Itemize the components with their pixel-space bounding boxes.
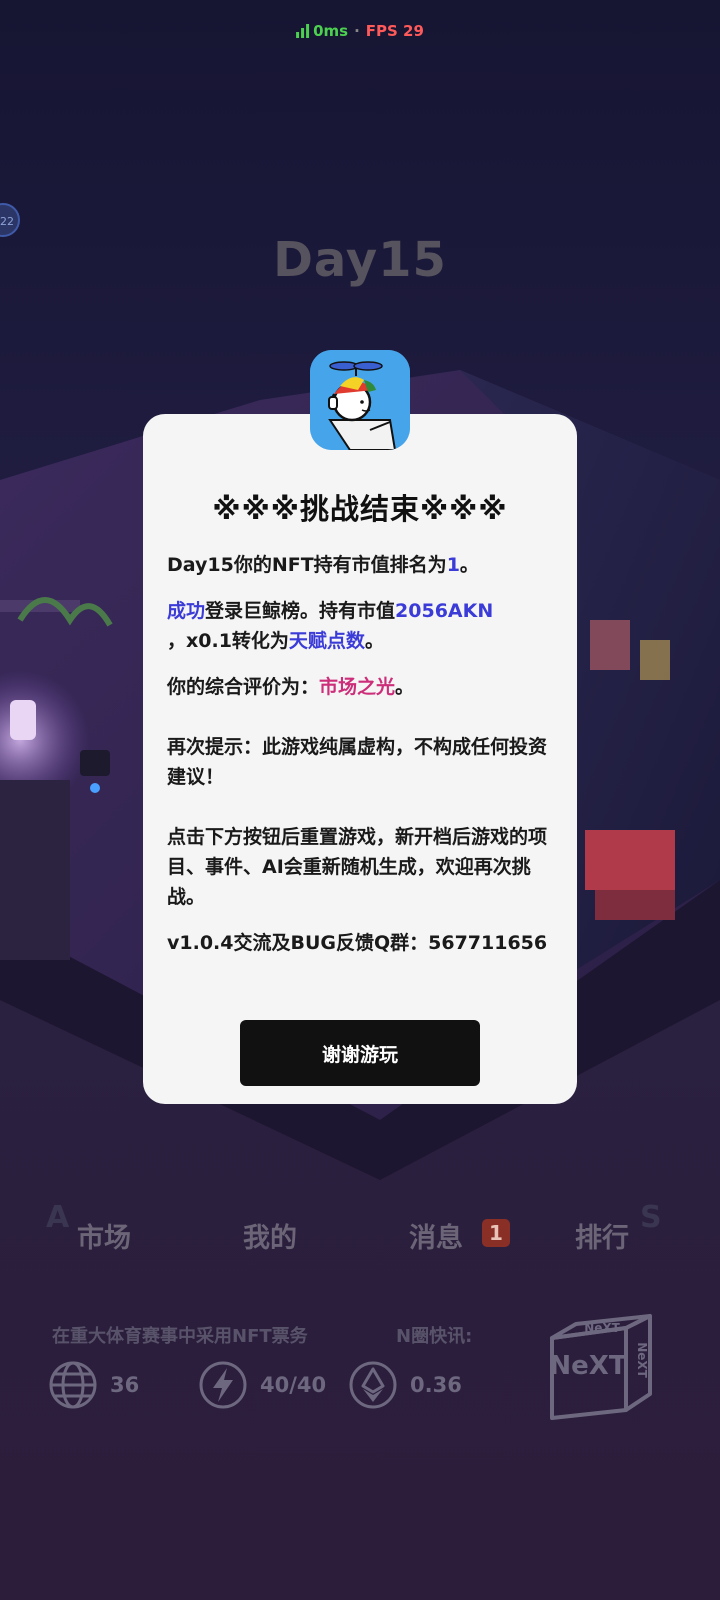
eth-value: 0.36 <box>410 1373 462 1397</box>
eth-stat: 0.36 <box>348 1360 462 1410</box>
player-avatar <box>310 350 410 450</box>
ping-value: 0ms <box>313 22 349 40</box>
status-separator: · <box>354 22 360 40</box>
logo-side-text: NeXT <box>635 1342 649 1378</box>
reset-info: 点击下方按钮后重置游戏，新开档后游戏的项目、事件、AI会重新随机生成，欢迎再次挑… <box>167 826 548 908</box>
ping-indicator: 0ms <box>296 22 348 40</box>
holding-value: 2056AKN <box>395 600 494 622</box>
rating-value: 市场之光 <box>319 676 396 698</box>
rank-prefix: Day15你的NFT持有市值排名为 <box>167 554 447 576</box>
rating-prefix: 你的综合评价为： <box>167 676 320 698</box>
ethereum-icon <box>349 1361 397 1409</box>
globe-value: 36 <box>110 1373 140 1397</box>
nav-mine[interactable]: 我的 <box>220 1216 320 1255</box>
bottom-nav: 市场 我的 消息 排行 <box>0 1216 720 1276</box>
energy-value: 40/40 <box>260 1373 327 1397</box>
news-headline[interactable]: 在重大体育赛事中采用NFT票务 <box>52 1322 308 1348</box>
rating-line: 你的综合评价为：市场之光。 <box>167 672 553 702</box>
rank-suffix: 。 <box>459 554 479 576</box>
thanks-for-playing-button[interactable]: 谢谢游玩 <box>240 1020 480 1086</box>
logo-front-text: NeXT <box>549 1351 626 1381</box>
next-logo-cube[interactable]: NeXT NeXT NeXT <box>546 1310 658 1420</box>
talent-points: 天赋点数 <box>288 630 365 652</box>
disclaimer-notice: 再次提示：此游戏纯属虚构，不构成任何投资建议！ <box>167 736 548 788</box>
challenge-end-dialog: ※※※挑战结束※※※ Day15你的NFT持有市值排名为1。 成功登录巨鲸榜。持… <box>143 414 577 1104</box>
nav-market[interactable]: 市场 <box>54 1216 154 1255</box>
propeller-hat-character-icon <box>310 350 410 450</box>
rank-value: 1 <box>446 554 460 576</box>
success-word: 成功 <box>167 600 206 622</box>
news-label: N圈快讯: <box>396 1326 473 1347</box>
globe-stat: 36 <box>48 1360 139 1410</box>
fps-value: FPS 29 <box>365 22 424 40</box>
whale-text-3: 。 <box>364 630 384 652</box>
status-bar: 0ms · FPS 29 <box>296 16 424 46</box>
nav-ranking[interactable]: 排行 <box>552 1216 652 1255</box>
whale-text-1: 登录巨鲸榜。持有市值 <box>205 600 396 622</box>
lightning-icon <box>199 1361 247 1409</box>
rating-suffix: 。 <box>395 676 415 698</box>
signal-icon <box>296 24 310 38</box>
messages-badge: 1 <box>482 1219 510 1247</box>
whale-text-2: ，x0.1转化为 <box>167 630 289 652</box>
version-info: v1.0.4交流及BUG反馈Q群：567711656 <box>167 932 548 954</box>
whale-line: 成功登录巨鲸榜。持有市值2056AKN ，x0.1转化为天赋点数。 <box>167 596 553 656</box>
logo-top-text: NeXT <box>584 1321 620 1335</box>
day-title: Day15 <box>273 232 447 288</box>
globe-icon <box>49 1361 97 1409</box>
nav-messages[interactable]: 消息 <box>386 1216 486 1255</box>
energy-stat: 40/40 <box>198 1360 326 1410</box>
rank-line: Day15你的NFT持有市值排名为1。 <box>167 550 553 580</box>
dialog-title: ※※※挑战结束※※※ <box>212 492 508 526</box>
